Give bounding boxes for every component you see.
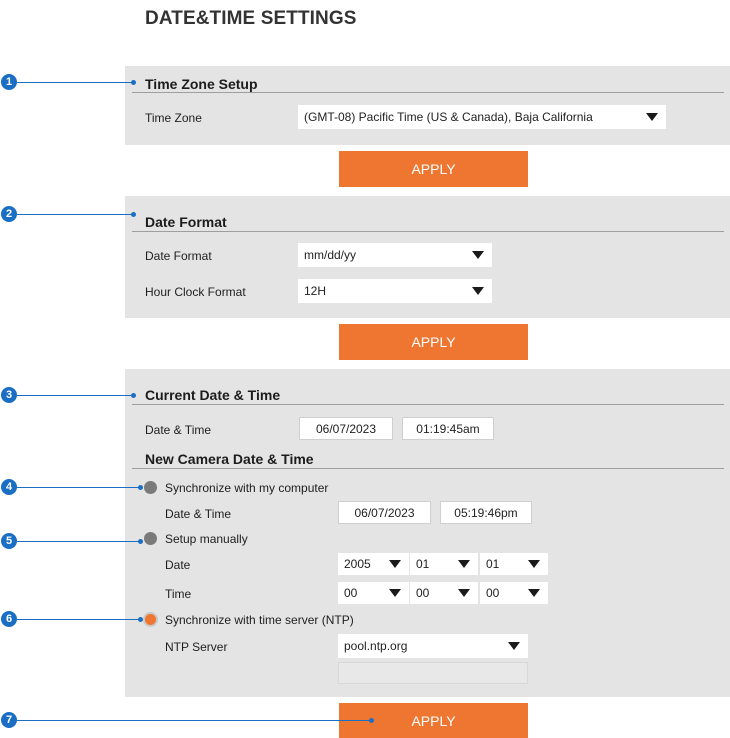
- callout-badge-3: 3: [1, 387, 17, 403]
- callout-line-6: [17, 619, 140, 620]
- manual-year-select[interactable]: 2005: [338, 553, 409, 575]
- ntp-server-label: NTP Server: [165, 640, 228, 654]
- callout-badge-2: 2: [1, 206, 17, 222]
- manual-second-select[interactable]: 00: [480, 582, 548, 604]
- chevron-down-icon: [458, 589, 470, 597]
- callout-dot-3: [131, 393, 136, 398]
- time-zone-divider: [132, 92, 724, 93]
- callout-dot-5: [138, 539, 143, 544]
- ntp-radio[interactable]: [143, 612, 158, 627]
- sync-computer-label[interactable]: Synchronize with my computer: [165, 481, 328, 495]
- callout-badge-4: 4: [1, 479, 17, 495]
- callout-dot-2: [131, 212, 136, 217]
- setup-manually-label[interactable]: Setup manually: [165, 532, 248, 546]
- manual-second-value: 00: [486, 586, 500, 600]
- chevron-down-icon: [389, 589, 401, 597]
- new-date-time-section-title: New Camera Date & Time: [145, 451, 314, 467]
- ntp-server-custom-input[interactable]: [338, 662, 528, 684]
- date-format-select-value: mm/dd/yy: [304, 248, 357, 262]
- chevron-down-icon: [646, 113, 658, 121]
- time-zone-select-value: (GMT-08) Pacific Time (US & Canada), Baj…: [304, 110, 593, 124]
- current-date-time-divider: [132, 404, 724, 405]
- manual-day-select[interactable]: 01: [480, 553, 548, 575]
- callout-line-4: [17, 487, 140, 488]
- ntp-server-select[interactable]: pool.ntp.org: [338, 634, 528, 658]
- callout-dot-7: [369, 718, 374, 723]
- date-format-apply-button[interactable]: APPLY: [339, 324, 528, 360]
- manual-day-value: 01: [486, 557, 500, 571]
- page-title: DATE&TIME SETTINGS: [145, 8, 357, 29]
- chevron-down-icon: [389, 560, 401, 568]
- ntp-server-value: pool.ntp.org: [344, 639, 408, 653]
- new-date-time-divider: [132, 468, 724, 469]
- sync-computer-time-field: 05:19:46pm: [440, 501, 532, 524]
- hour-clock-format-select-value: 12H: [304, 284, 327, 298]
- date-format-divider: [132, 231, 724, 232]
- callout-line-2: [17, 214, 133, 215]
- hour-clock-format-select[interactable]: 12H: [298, 279, 492, 303]
- current-date-time-section-title: Current Date & Time: [145, 387, 281, 403]
- callout-badge-5: 5: [1, 533, 17, 549]
- callout-line-3: [17, 395, 133, 396]
- callout-dot-1: [131, 80, 136, 85]
- manual-month-select[interactable]: 01: [410, 553, 478, 575]
- ntp-label[interactable]: Synchronize with time server (NTP): [165, 613, 354, 627]
- callout-line-7: [17, 720, 371, 721]
- date-format-label: Date Format: [145, 249, 212, 263]
- time-zone-section-title: Time Zone Setup: [145, 76, 258, 92]
- hour-clock-format-label: Hour Clock Format: [145, 285, 246, 299]
- chevron-down-icon: [472, 287, 484, 295]
- time-zone-apply-button[interactable]: APPLY: [339, 151, 528, 187]
- sync-computer-date-time-label: Date & Time: [165, 507, 232, 521]
- date-format-section-title: Date Format: [145, 214, 227, 230]
- current-date-field: 06/07/2023: [299, 417, 393, 440]
- manual-year-value: 2005: [344, 557, 371, 571]
- sync-computer-date-field: 06/07/2023: [338, 501, 431, 524]
- chevron-down-icon: [508, 642, 520, 650]
- chevron-down-icon: [528, 560, 540, 568]
- manual-month-value: 01: [416, 557, 430, 571]
- current-date-time-label: Date & Time: [145, 423, 212, 437]
- setup-manually-radio[interactable]: [144, 532, 157, 545]
- callout-dot-4: [138, 485, 143, 490]
- time-zone-label: Time Zone: [145, 111, 202, 125]
- chevron-down-icon: [458, 560, 470, 568]
- time-zone-select[interactable]: (GMT-08) Pacific Time (US & Canada), Baj…: [298, 105, 666, 129]
- manual-time-label: Time: [165, 587, 192, 601]
- date-format-select[interactable]: mm/dd/yy: [298, 243, 492, 267]
- callout-line-1: [17, 82, 133, 83]
- manual-minute-value: 00: [416, 586, 430, 600]
- callout-dot-6: [138, 617, 143, 622]
- chevron-down-icon: [472, 251, 484, 259]
- callout-line-5: [17, 541, 140, 542]
- manual-date-label: Date: [165, 558, 191, 572]
- callout-badge-6: 6: [1, 611, 17, 627]
- callout-badge-1: 1: [1, 74, 17, 90]
- chevron-down-icon: [528, 589, 540, 597]
- manual-minute-select[interactable]: 00: [410, 582, 478, 604]
- current-time-field: 01:19:45am: [402, 417, 494, 440]
- manual-hour-value: 00: [344, 586, 358, 600]
- callout-badge-7: 7: [1, 712, 17, 728]
- manual-hour-select[interactable]: 00: [338, 582, 409, 604]
- sync-computer-radio[interactable]: [144, 481, 157, 494]
